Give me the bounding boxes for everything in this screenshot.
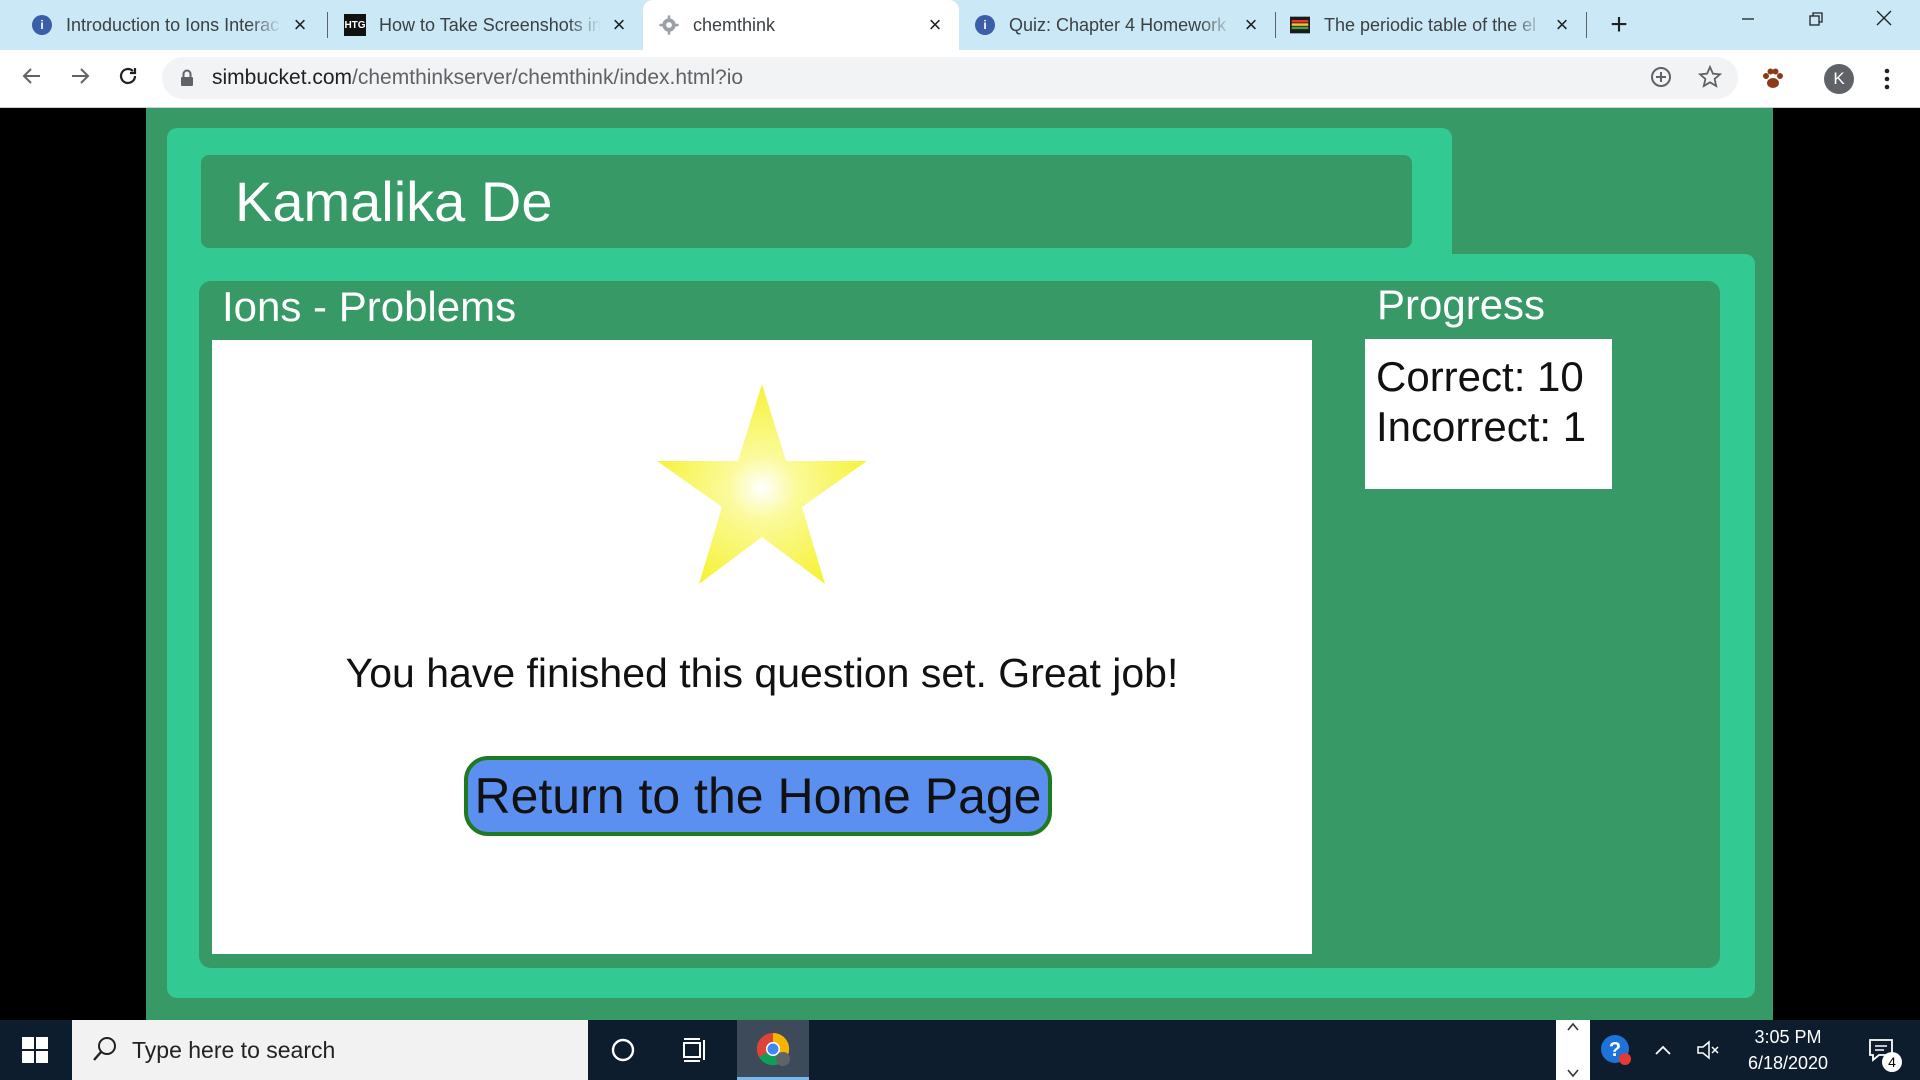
tab-title: How to Take Screenshots in	[379, 14, 601, 35]
chevron-up-icon	[1655, 1045, 1671, 1055]
name-bar: Kamalika De	[201, 155, 1412, 248]
star-icon	[657, 384, 867, 584]
close-icon[interactable]: ×	[290, 14, 310, 36]
browser-toolbar: simbucket.com/chemthinkserver/chemthink/…	[0, 50, 1920, 108]
tab-how-to-take-screenshots[interactable]: HTG How to Take Screenshots in ×	[327, 0, 643, 50]
menu-button[interactable]	[1870, 62, 1904, 96]
back-button[interactable]	[15, 62, 49, 96]
close-icon[interactable]: ×	[609, 14, 629, 36]
windows-taskbar: Type here to search ? 3:05 PM 6/18/2020 …	[0, 1020, 1920, 1080]
url-text[interactable]: simbucket.com/chemthinkserver/chemthink/…	[212, 57, 743, 99]
correct-count: Correct: 10	[1376, 353, 1584, 400]
circle-i-glyph: i	[32, 15, 52, 35]
install-app-icon[interactable]	[1648, 65, 1674, 91]
tab-quiz-chapter-4[interactable]: i Quiz: Chapter 4 Homework ×	[959, 0, 1275, 50]
search-placeholder: Type here to search	[132, 1037, 336, 1063]
help-icon[interactable]: ?	[1596, 1020, 1636, 1080]
minimize-icon	[1742, 18, 1754, 20]
circle-i-glyph: i	[975, 15, 995, 35]
clock-date: 6/18/2020	[1747, 1053, 1829, 1073]
restore-button[interactable]	[1782, 0, 1850, 42]
chevron-up-icon	[1567, 1022, 1579, 1031]
restore-icon	[1809, 12, 1823, 26]
notification-count-badge: 4	[1882, 1052, 1902, 1072]
forward-button[interactable]	[63, 62, 97, 96]
task-view-icon	[683, 1038, 705, 1062]
tab-strip: i Introduction to Ions Interac × HTG How…	[0, 0, 1920, 50]
search-icon	[93, 1037, 116, 1061]
back-arrow-icon	[22, 68, 40, 84]
close-icon[interactable]: ×	[1241, 14, 1261, 36]
tab-title: The periodic table of the el	[1324, 14, 1537, 35]
finished-message: You have finished this question set. Gre…	[345, 650, 1179, 696]
circle-i-icon: i	[975, 15, 995, 35]
show-hidden-icons[interactable]	[1648, 1020, 1678, 1080]
reload-button[interactable]	[111, 62, 145, 96]
incorrect-count: Incorrect: 1	[1376, 403, 1587, 450]
action-center-button[interactable]: 4	[1856, 1020, 1906, 1080]
chevron-down-icon	[1567, 1069, 1579, 1078]
chemthink-app: Kamalika De Ions - Problems Progress You…	[146, 108, 1773, 1020]
htg-icon: HTG	[344, 14, 366, 36]
page-viewport: Kamalika De Ions - Problems Progress You…	[0, 108, 1920, 1020]
profile-avatar[interactable]: K	[1822, 62, 1856, 96]
htg-glyph: HTG	[344, 14, 366, 36]
minimize-button[interactable]	[1714, 0, 1782, 42]
section-title: Ions - Problems	[222, 283, 517, 330]
chrome-icon	[756, 1032, 790, 1066]
tab-title: Quiz: Chapter 4 Homework	[1009, 14, 1227, 35]
tab-introduction-to-ions[interactable]: i Introduction to Ions Interac ×	[0, 0, 324, 50]
start-button[interactable]	[0, 1020, 70, 1080]
lock-icon	[180, 69, 194, 92]
tab-chemthink[interactable]: chemthink ×	[643, 0, 959, 50]
close-window-icon	[1876, 10, 1892, 26]
periodic-table-icon	[1290, 15, 1310, 35]
url-host: simbucket.com	[212, 66, 353, 89]
cortana-button[interactable]	[593, 1020, 653, 1080]
reload-icon	[119, 67, 137, 85]
system-clock[interactable]: 3:05 PM 6/18/2020	[1728, 1024, 1848, 1076]
url-path: /chemthinkserver/chemthink/index.html?io	[352, 66, 744, 89]
user-name: Kamalika De	[235, 170, 553, 233]
progress-title: Progress	[1377, 281, 1546, 328]
progress-box: Correct: 10 Incorrect: 1	[1365, 339, 1612, 489]
circle-i-icon: i	[32, 15, 52, 35]
chrome-taskbar-button[interactable]	[737, 1020, 809, 1080]
close-window-button[interactable]	[1850, 0, 1918, 42]
tab-separator	[1586, 12, 1587, 38]
return-home-button[interactable]: Return to the Home Page	[464, 756, 1052, 836]
taskbar-scroll[interactable]	[1556, 1020, 1590, 1080]
tab-title: chemthink	[693, 14, 776, 35]
close-icon[interactable]: ×	[925, 14, 945, 36]
kebab-menu-icon	[1884, 68, 1890, 90]
avatar-letter: K	[1824, 64, 1854, 94]
taskbar-search-box[interactable]: Type here to search	[72, 1020, 588, 1080]
cortana-circle-icon	[611, 1038, 635, 1062]
task-view-button[interactable]	[665, 1020, 725, 1080]
close-icon[interactable]: ×	[1552, 14, 1572, 36]
bookmark-star-icon[interactable]	[1697, 64, 1723, 91]
paw-extension-icon[interactable]	[1756, 62, 1790, 96]
volume-muted-icon[interactable]	[1694, 1020, 1724, 1080]
problem-content-area: You have finished this question set. Gre…	[212, 340, 1312, 954]
tab-title: Introduction to Ions Interac	[66, 14, 280, 35]
windows-logo-icon	[22, 1037, 48, 1063]
clock-time: 3:05 PM	[1754, 1027, 1822, 1047]
address-bar[interactable]: simbucket.com/chemthinkserver/chemthink/…	[162, 57, 1738, 99]
forward-arrow-icon	[72, 68, 90, 84]
new-tab-button[interactable]: +	[1602, 8, 1636, 42]
gear-icon	[659, 15, 679, 35]
tab-periodic-table[interactable]: The periodic table of the el ×	[1276, 0, 1586, 50]
